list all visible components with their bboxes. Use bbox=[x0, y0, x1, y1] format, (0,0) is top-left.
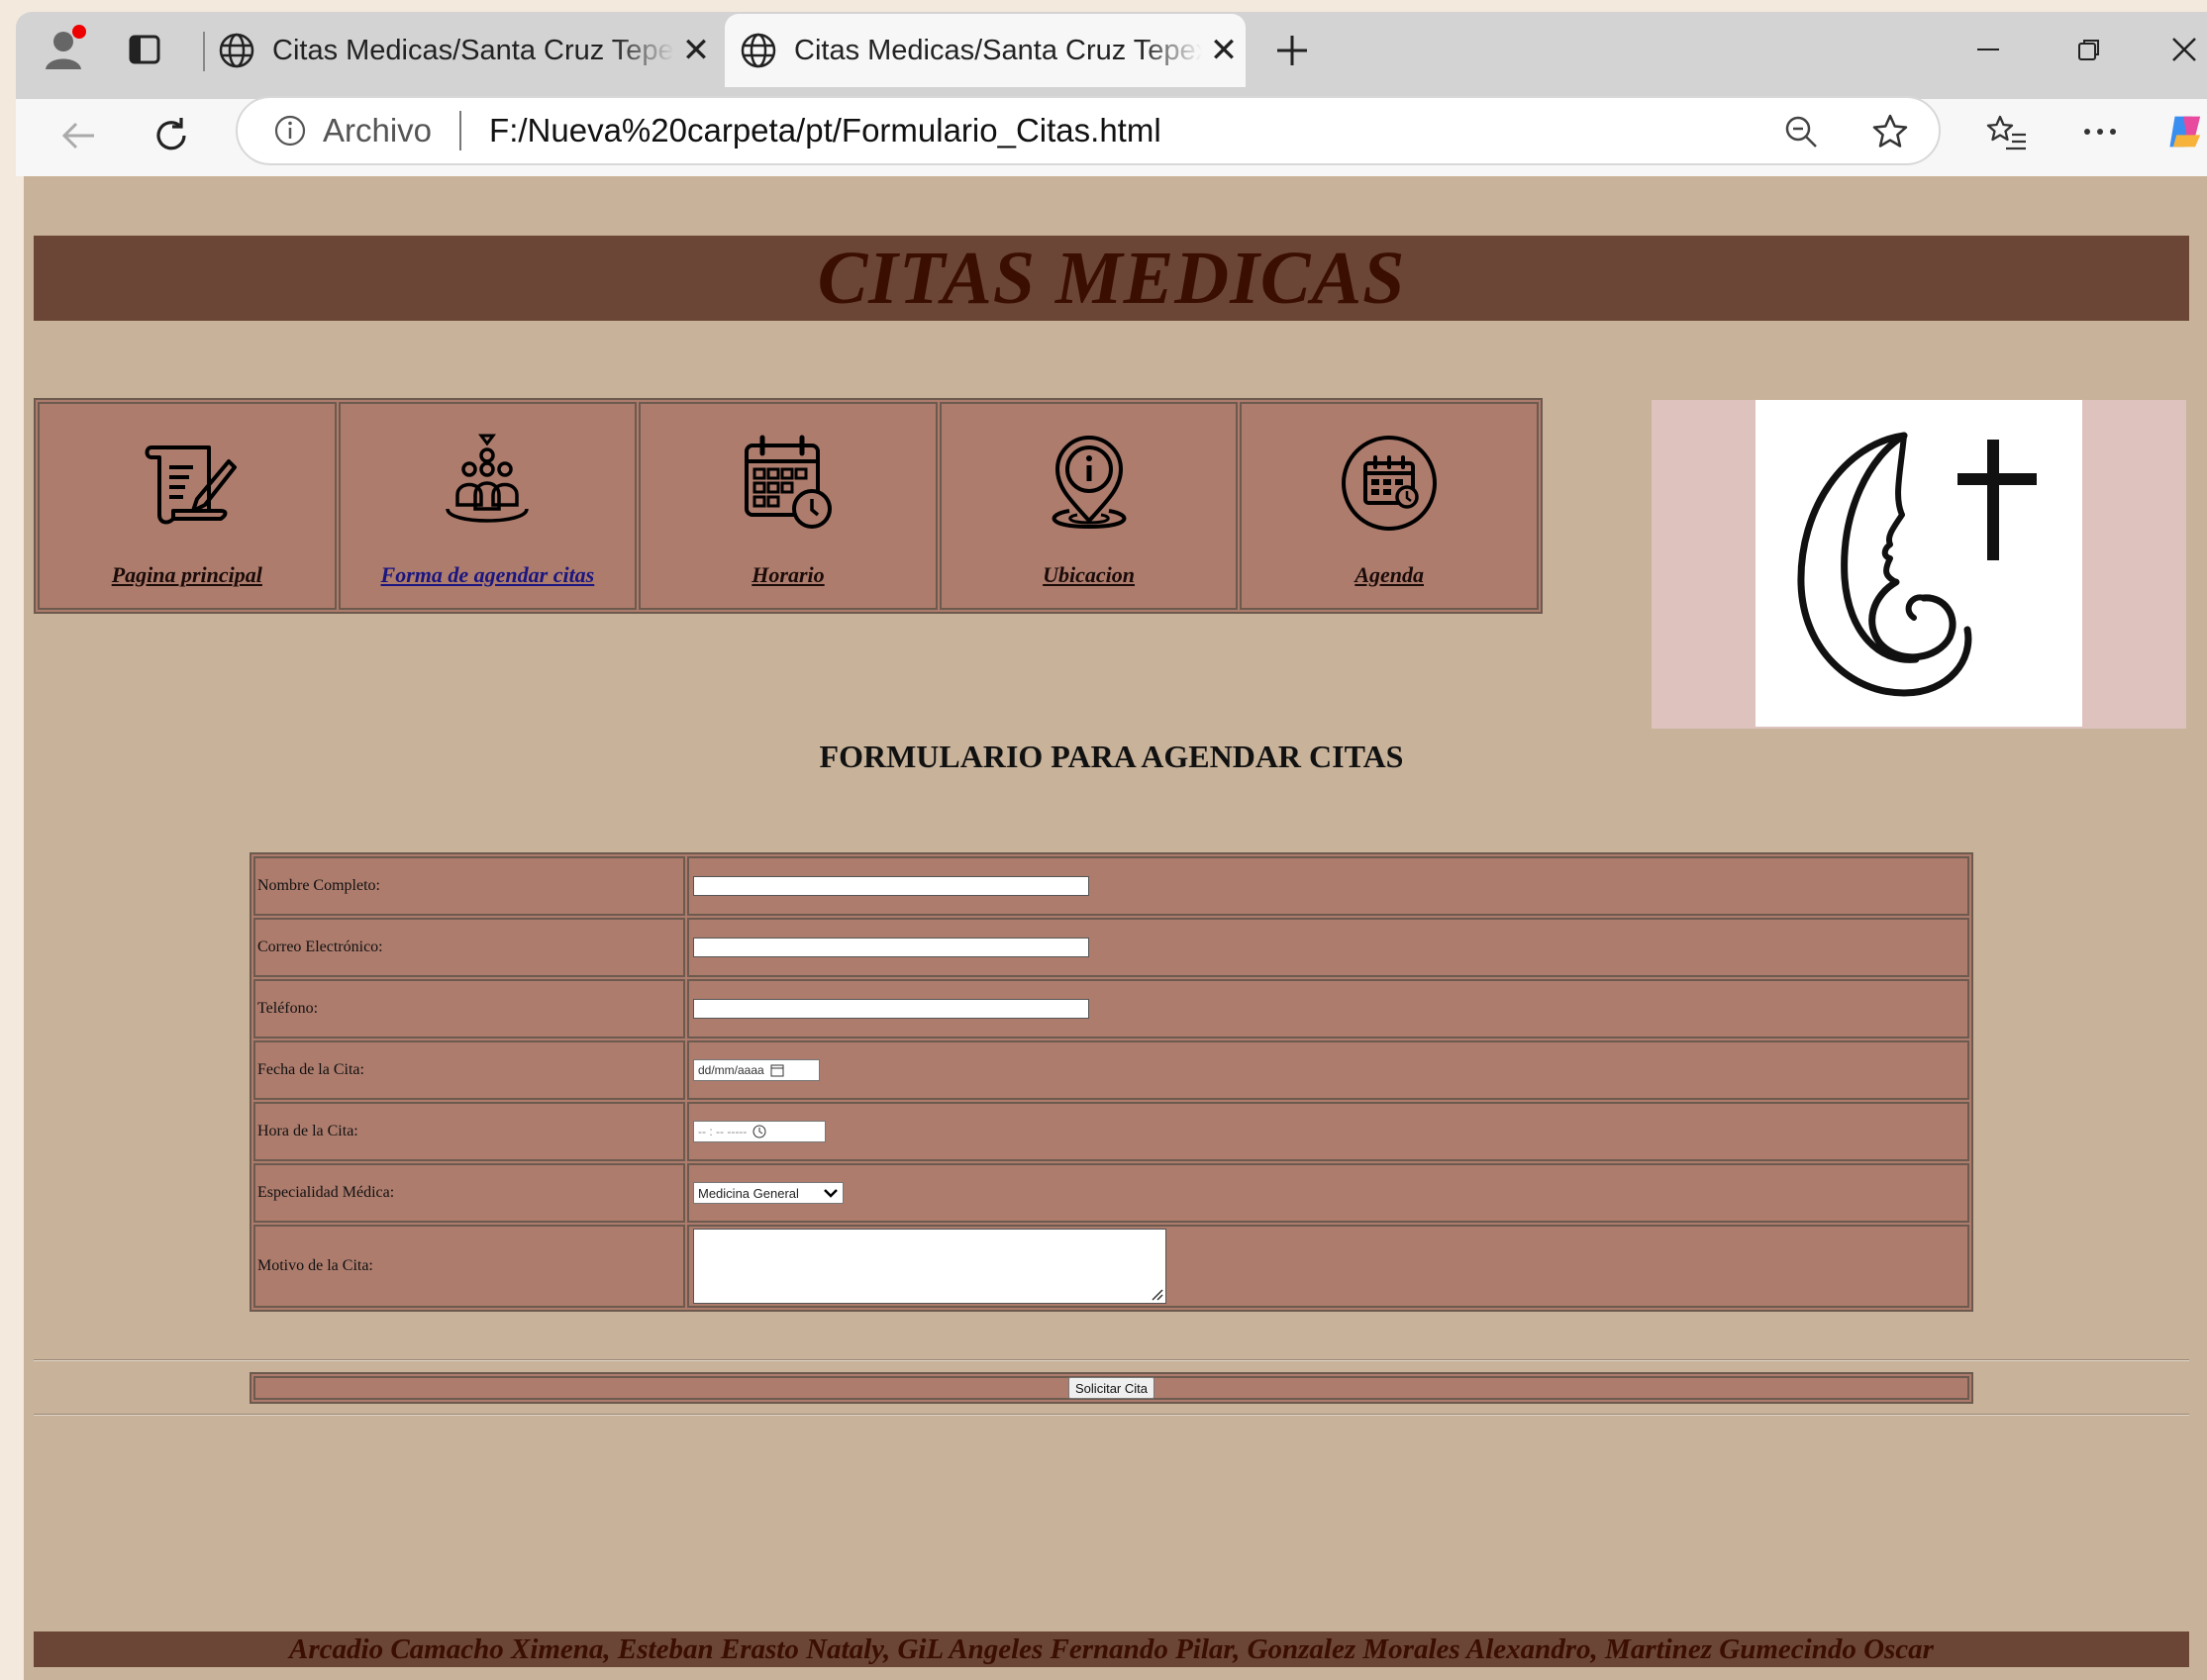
nav-menu: Pagina principal Forma de agendar citas bbox=[34, 398, 1543, 614]
form-row-email: Correo Electrónico: bbox=[253, 918, 1969, 977]
minimize-icon[interactable] bbox=[1966, 28, 2010, 71]
form-row-time: Hora de la Cita: -- : -- ----- bbox=[253, 1102, 1969, 1161]
new-tab-icon[interactable] bbox=[1267, 26, 1317, 75]
favorite-star-icon[interactable] bbox=[1865, 107, 1915, 156]
globe-icon bbox=[219, 33, 254, 68]
scheme-label: Archivo bbox=[323, 112, 433, 148]
nav-item-agenda[interactable]: Agenda bbox=[1240, 402, 1539, 610]
mother-child-cross-logo bbox=[1756, 400, 2082, 727]
calendar-clock-icon bbox=[744, 435, 832, 529]
more-menu-icon[interactable] bbox=[2075, 109, 2125, 154]
nav-item-ubicacion[interactable]: Ubicacion bbox=[939, 402, 1239, 610]
divider-bottom bbox=[34, 1414, 2189, 1416]
footer-authors: Arcadio Camacho Ximena, Esteban Erasto N… bbox=[289, 1632, 1934, 1665]
submit-cell: Solicitar Cita bbox=[253, 1376, 1969, 1400]
specialty-selected: Medicina General bbox=[698, 1185, 799, 1201]
back-icon[interactable] bbox=[51, 109, 105, 162]
phone-input[interactable] bbox=[693, 999, 1089, 1019]
url-text[interactable]: F:/Nueva%20carpeta/pt/Formulario_Citas.h… bbox=[489, 112, 1161, 149]
nav-item-forma-de-agendar-citas[interactable]: Forma de agendar citas bbox=[338, 402, 638, 610]
name-label: Nombre Completo: bbox=[253, 856, 685, 916]
group-icon bbox=[446, 434, 530, 523]
time-label: Hora de la Cita: bbox=[253, 1102, 685, 1161]
clock-icon[interactable] bbox=[752, 1125, 766, 1138]
time-placeholder: -- : -- ----- bbox=[698, 1125, 748, 1138]
nav-item-pagina-principal[interactable]: Pagina principal bbox=[38, 402, 337, 610]
specialty-label: Especialidad Médica: bbox=[253, 1163, 685, 1223]
form-row-reason: Motivo de la Cita: bbox=[253, 1225, 1969, 1308]
time-input[interactable]: -- : -- ----- bbox=[693, 1121, 826, 1142]
form-row-date: Fecha de la Cita: dd/mm/aaaa bbox=[253, 1040, 1969, 1100]
copilot-icon[interactable] bbox=[2166, 107, 2207, 156]
scroll-icon bbox=[145, 445, 237, 525]
date-input[interactable]: dd/mm/aaaa bbox=[693, 1059, 820, 1081]
email-input[interactable] bbox=[693, 938, 1089, 957]
reload-icon[interactable] bbox=[145, 109, 198, 162]
page-banner: CITAS MEDICAS bbox=[34, 236, 2189, 321]
form-row-specialty: Especialidad Médica: Medicina General bbox=[253, 1163, 1969, 1223]
form-title: FORMULARIO PARA AGENDAR CITAS bbox=[819, 739, 1404, 774]
zoom-out-icon[interactable] bbox=[1778, 109, 1824, 154]
close-window-icon[interactable] bbox=[2162, 28, 2206, 71]
phone-label: Teléfono: bbox=[253, 979, 685, 1038]
submit-row: Solicitar Cita bbox=[250, 1372, 1973, 1404]
calendar-picker-icon[interactable] bbox=[770, 1063, 784, 1077]
tab-inactive[interactable]: Citas Medicas/Santa Cruz Tepexpan ✕ bbox=[203, 14, 718, 87]
nav-link-ubicacion[interactable]: Ubicacion bbox=[1043, 562, 1135, 588]
appointment-form: Nombre Completo: Correo Electrónico: Tel… bbox=[250, 852, 1973, 1312]
form-row-name: Nombre Completo: bbox=[253, 856, 1969, 916]
nav-link-forma-de-agendar-citas[interactable]: Forma de agendar citas bbox=[381, 562, 595, 588]
profile-icon[interactable] bbox=[40, 22, 89, 75]
specialty-select[interactable]: Medicina General bbox=[693, 1182, 844, 1204]
page-footer: Arcadio Camacho Ximena, Esteban Erasto N… bbox=[34, 1631, 2189, 1667]
tab-title: Citas Medicas/Santa Cruz Tepexpan bbox=[794, 34, 1202, 66]
agenda-icon bbox=[1342, 436, 1438, 531]
globe-icon bbox=[741, 33, 776, 68]
favorites-list-icon[interactable] bbox=[1980, 107, 2032, 158]
nav-link-pagina-principal[interactable]: Pagina principal bbox=[112, 562, 262, 588]
tab-title: Citas Medicas/Santa Cruz Tepexpan bbox=[272, 34, 674, 66]
banner-title: CITAS MEDICAS bbox=[817, 236, 1406, 320]
reason-label: Motivo de la Cita: bbox=[253, 1225, 685, 1308]
restore-icon[interactable] bbox=[2067, 28, 2111, 71]
divider-top bbox=[34, 1359, 2189, 1361]
date-label: Fecha de la Cita: bbox=[253, 1040, 685, 1100]
address-bar[interactable]: Archivo F:/Nueva%20carpeta/pt/Formulario… bbox=[236, 96, 1941, 165]
location-pin-icon bbox=[1052, 436, 1126, 530]
form-row-phone: Teléfono: bbox=[253, 979, 1969, 1038]
tab-active[interactable]: Citas Medicas/Santa Cruz Tepexpan ✕ bbox=[725, 14, 1246, 87]
submit-button[interactable]: Solicitar Cita bbox=[1068, 1377, 1154, 1399]
nav-link-agenda[interactable]: Agenda bbox=[1354, 562, 1424, 588]
name-input[interactable] bbox=[693, 876, 1089, 896]
reason-textarea[interactable] bbox=[693, 1229, 1166, 1304]
nav-item-horario[interactable]: Horario bbox=[639, 402, 938, 610]
date-placeholder: dd/mm/aaaa bbox=[698, 1063, 764, 1077]
resize-grip-icon[interactable] bbox=[1150, 1287, 1163, 1301]
tab-close-icon[interactable]: ✕ bbox=[674, 31, 718, 70]
nav-link-horario[interactable]: Horario bbox=[752, 562, 824, 588]
address-separator bbox=[459, 111, 462, 150]
email-label: Correo Electrónico: bbox=[253, 918, 685, 977]
chevron-down-icon bbox=[824, 1189, 838, 1198]
page-viewport: CITAS MEDICAS Pagina principal Forma de … bbox=[24, 176, 2207, 1680]
tab-actions-icon[interactable] bbox=[123, 28, 166, 71]
tab-close-icon[interactable]: ✕ bbox=[1202, 31, 1246, 70]
info-icon[interactable] bbox=[273, 114, 307, 148]
